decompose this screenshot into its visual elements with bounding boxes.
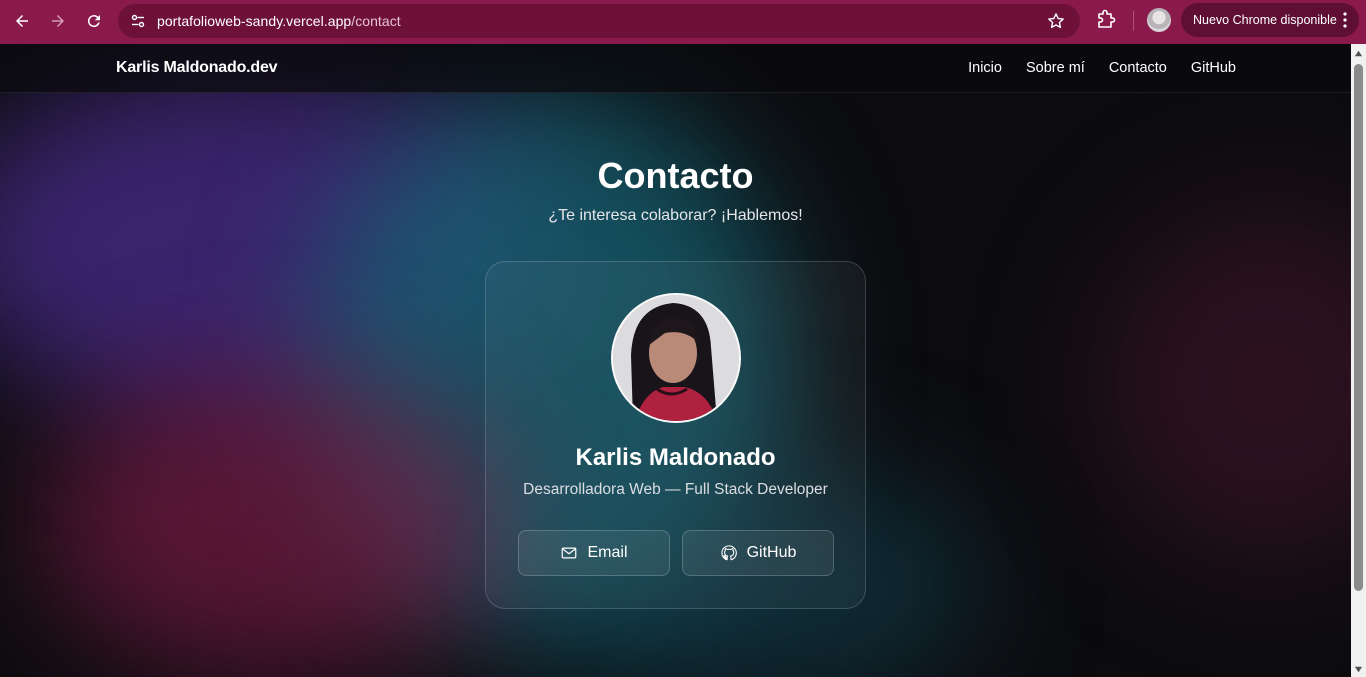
bookmark-button[interactable] bbox=[1046, 11, 1066, 31]
url-host: portafolioweb-sandy.vercel.app bbox=[157, 13, 352, 29]
page-title: Contacto bbox=[597, 155, 754, 196]
github-icon bbox=[721, 545, 737, 561]
more-vert-icon[interactable] bbox=[1343, 12, 1347, 28]
nav-link-inicio[interactable]: Inicio bbox=[968, 60, 1002, 76]
reload-button[interactable] bbox=[76, 3, 112, 39]
profile-avatar[interactable] bbox=[1147, 8, 1171, 32]
github-button-label: GitHub bbox=[746, 544, 797, 561]
address-bar[interactable]: portafolioweb-sandy.vercel.app/contact bbox=[118, 4, 1080, 38]
profile-role: Desarrolladora Web — Full Stack Develope… bbox=[523, 481, 828, 498]
site-brand[interactable]: Karlis Maldonado.dev bbox=[116, 59, 278, 77]
contact-card: Karlis Maldonado Desarrolladora Web — Fu… bbox=[485, 261, 866, 609]
page-subtitle: ¿Te interesa colaborar? ¡Hablemos! bbox=[548, 207, 803, 224]
scroll-down-arrow-icon[interactable] bbox=[1354, 665, 1363, 674]
bg-glow-wine bbox=[1100, 204, 1351, 564]
page-viewport: Karlis Maldonado.dev Inicio Sobre mí Con… bbox=[0, 44, 1351, 677]
nav-link-contacto[interactable]: Contacto bbox=[1109, 60, 1167, 76]
scroll-up-arrow-icon[interactable] bbox=[1354, 49, 1363, 58]
bg-glow-magenta bbox=[40, 374, 510, 674]
url-path: /contact bbox=[351, 13, 401, 29]
arrow-left-icon bbox=[16, 15, 28, 27]
update-chrome-button[interactable]: Nuevo Chrome disponible bbox=[1181, 3, 1359, 37]
nav-link-sobre-mi[interactable]: Sobre mí bbox=[1026, 60, 1085, 76]
site-navbar: Karlis Maldonado.dev Inicio Sobre mí Con… bbox=[0, 44, 1351, 93]
mail-icon bbox=[562, 547, 577, 559]
toolbar-separator bbox=[1133, 11, 1134, 31]
site-settings-button[interactable] bbox=[126, 9, 150, 33]
nav-link-github[interactable]: GitHub bbox=[1191, 60, 1236, 76]
url-text[interactable]: portafolioweb-sandy.vercel.app/contact bbox=[157, 13, 401, 29]
star-icon bbox=[1048, 13, 1064, 29]
email-button-label: Email bbox=[587, 544, 628, 561]
profile-photo bbox=[611, 293, 741, 423]
nav-links: Inicio Sobre mí Contacto GitHub bbox=[968, 60, 1236, 76]
browser-toolbar: portafolioweb-sandy.vercel.app/contact N… bbox=[0, 0, 1366, 44]
reload-icon bbox=[87, 15, 100, 28]
puzzle-icon bbox=[1098, 9, 1116, 28]
tune-icon bbox=[131, 14, 145, 28]
page-scrollbar[interactable] bbox=[1351, 44, 1366, 677]
forward-button[interactable] bbox=[40, 3, 76, 39]
extensions-button[interactable] bbox=[1094, 8, 1118, 32]
update-label: Nuevo Chrome disponible bbox=[1193, 13, 1337, 27]
profile-name: Karlis Maldonado bbox=[575, 444, 776, 471]
email-button[interactable]: Email bbox=[518, 530, 670, 576]
arrow-right-icon bbox=[52, 15, 64, 27]
scrollbar-thumb[interactable] bbox=[1354, 64, 1363, 591]
back-button[interactable] bbox=[4, 3, 40, 39]
github-button[interactable]: GitHub bbox=[682, 530, 834, 576]
